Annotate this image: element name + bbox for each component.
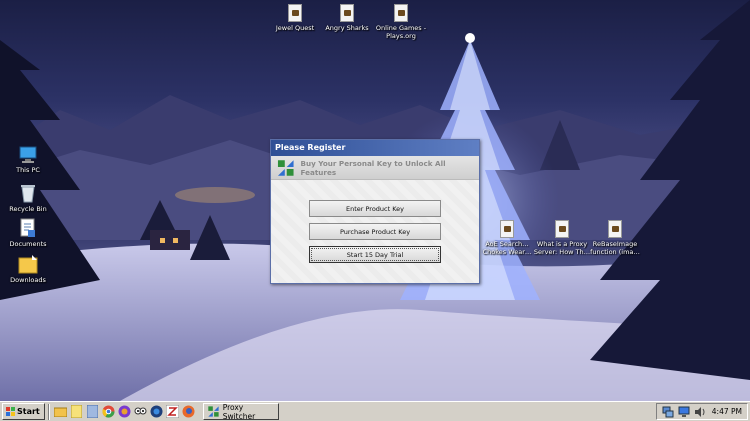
- banner-message: Buy Your Personal Key to Unlock All Feat…: [300, 158, 446, 177]
- z-icon[interactable]: [165, 404, 180, 419]
- desktop-icon-downloads[interactable]: Downloads: [0, 254, 60, 284]
- windows-logo-icon: [6, 407, 15, 416]
- clock[interactable]: 4:47 PM: [712, 407, 742, 416]
- ie-icon[interactable]: [149, 404, 164, 419]
- task-label: Proxy Switcher: [222, 402, 256, 421]
- tray-network-icon[interactable]: [660, 404, 675, 419]
- taskbar: Start Proxy Switcher 4:47 PM: [0, 401, 750, 421]
- file-icon: [500, 220, 514, 238]
- game-shortcut-icon: [340, 4, 354, 22]
- file-icon: [608, 220, 622, 238]
- files-icon[interactable]: [85, 404, 100, 419]
- owl-icon[interactable]: [133, 404, 148, 419]
- start-button[interactable]: Start: [2, 403, 45, 420]
- desktop: Jewel Quest Angry Sharks Online Games - …: [0, 0, 750, 401]
- documents-icon: [20, 218, 35, 237]
- notes-icon[interactable]: [69, 404, 84, 419]
- proxy-switcher-logo-icon: [277, 159, 294, 176]
- recycle-bin-icon: [21, 185, 35, 203]
- start-trial-button[interactable]: Start 15 Day Trial: [309, 246, 441, 263]
- firefox-icon[interactable]: [181, 404, 196, 419]
- desktop-icon-this-pc[interactable]: This PC: [0, 146, 60, 174]
- dialog-body: Enter Product Key Purchase Product Key S…: [271, 180, 479, 283]
- computer-icon: [19, 146, 37, 163]
- folder-icon[interactable]: [53, 404, 68, 419]
- enter-product-key-button[interactable]: Enter Product Key: [309, 200, 441, 217]
- desktop-icon-rebaseimage[interactable]: ReBaseImage function (ima…: [583, 220, 647, 256]
- downloads-folder-icon: [18, 255, 38, 274]
- tray-monitor-icon[interactable]: [676, 404, 691, 419]
- game-shortcut-icon: [288, 4, 302, 22]
- desktop-icon-documents[interactable]: Documents: [0, 218, 60, 248]
- game-shortcut-icon: [394, 4, 408, 22]
- taskbar-item-proxy-switcher[interactable]: Proxy Switcher: [202, 402, 279, 421]
- proxy-switcher-icon: [208, 406, 219, 417]
- taskbar-separator: [47, 403, 50, 420]
- start-label: Start: [17, 407, 40, 416]
- desktop-icon-online-games[interactable]: Online Games - Plays.org: [369, 4, 433, 40]
- desktop-icon-recycle-bin[interactable]: Recycle Bin: [0, 183, 60, 213]
- register-dialog: Please Register Buy Your Personal Key to…: [270, 139, 480, 284]
- browser-icon[interactable]: [117, 404, 132, 419]
- purchase-product-key-button[interactable]: Purchase Product Key: [309, 223, 441, 240]
- dialog-title[interactable]: Please Register: [271, 140, 479, 156]
- dialog-banner: Buy Your Personal Key to Unlock All Feat…: [271, 156, 479, 180]
- file-icon: [555, 220, 569, 238]
- system-tray: 4:47 PM: [656, 403, 748, 420]
- tray-volume-icon[interactable]: [692, 404, 707, 419]
- chrome-icon[interactable]: [101, 404, 116, 419]
